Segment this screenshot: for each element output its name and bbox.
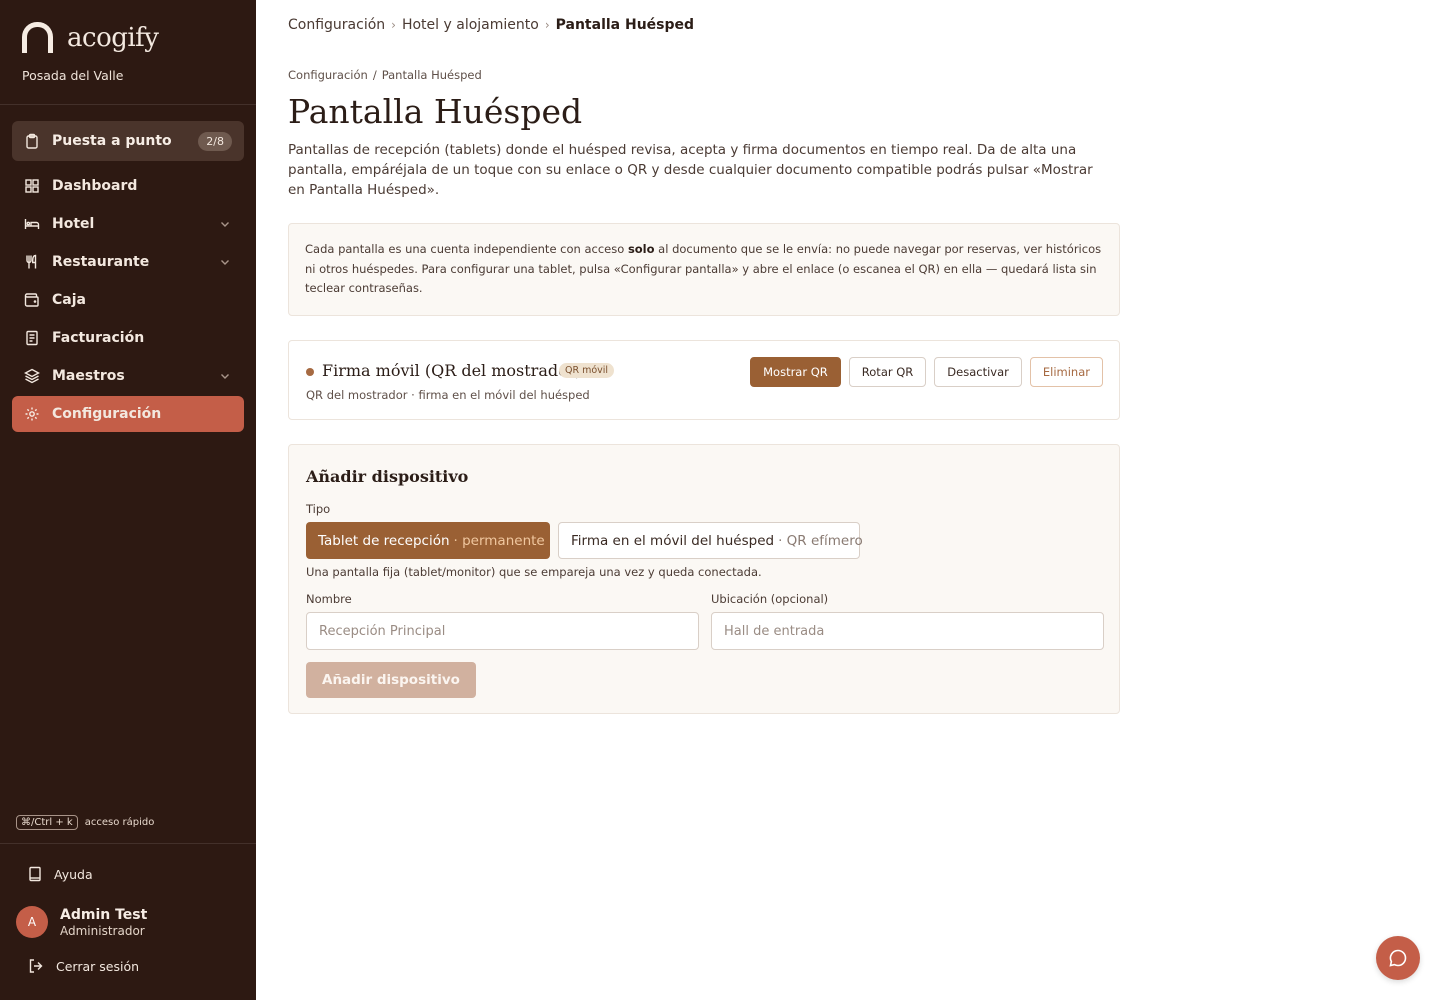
sidebar-item-restaurante[interactable]: Restaurante: [12, 244, 244, 280]
logout-label: Cerrar sesión: [56, 958, 140, 974]
logout-icon: [29, 959, 43, 973]
sub-breadcrumb-item[interactable]: Configuración: [288, 68, 368, 82]
info-emphasis: solo: [627, 242, 655, 256]
sidebar: acogify Posada del Valle Puesta a punto …: [0, 0, 256, 1000]
chat-button[interactable]: [1376, 936, 1420, 980]
chevron-down-icon: [221, 374, 229, 379]
show-qr-button[interactable]: Mostrar QR: [750, 357, 841, 387]
brand-name: acogify: [67, 22, 159, 53]
device-subtitle: QR del mostrador · firma en el móvil del…: [306, 388, 590, 402]
type-label: Tipo: [306, 502, 331, 516]
user-profile[interactable]: A Admin Test Administrador: [16, 906, 147, 938]
chat-bubble-icon: [1389, 949, 1407, 967]
device-card: Firma móvil (QR del mostrador) QR móvil …: [288, 340, 1120, 420]
breadcrumb-separator: ›: [544, 18, 550, 32]
logo-mark-icon: [22, 22, 53, 53]
type-option-label: Tablet de recepción: [318, 532, 450, 549]
layers-icon: [24, 368, 40, 384]
sidebar-item-label: Restaurante: [52, 254, 150, 270]
sub-breadcrumb-separator: /: [372, 68, 377, 82]
info-text: Cada pantalla es una cuenta independient…: [305, 242, 628, 256]
type-option-label: Firma en el móvil del huésped: [571, 532, 775, 549]
keyboard-shortcut: ⌘/Ctrl + k: [16, 815, 78, 830]
sidebar-item-label: Dashboard: [52, 178, 138, 194]
sidebar-item-label: Caja: [52, 292, 86, 308]
bed-icon: [24, 219, 40, 229]
user-name: Admin Test: [60, 906, 148, 923]
device-name: Firma móvil (QR del mostrador): [322, 361, 582, 380]
page-title: Pantalla Huésped: [288, 92, 583, 131]
breadcrumb-separator: ›: [391, 18, 396, 32]
page-intro: Pantallas de recepción (tablets) donde e…: [288, 142, 1093, 198]
breadcrumb-item[interactable]: Configuración: [288, 17, 385, 33]
clipboard-icon: [26, 133, 38, 149]
hotel-name: Posada del Valle: [22, 68, 124, 83]
utensils-icon: [26, 254, 37, 269]
sidebar-item-label: Facturación: [52, 330, 145, 346]
device-type-badge: QR móvil: [559, 363, 615, 378]
type-option-hint: · permanente: [453, 532, 545, 549]
brand-logo[interactable]: acogify: [22, 22, 159, 53]
name-label: Nombre: [306, 592, 352, 606]
sidebar-item-label: Configuración: [52, 406, 162, 422]
divider: [0, 843, 256, 844]
breadcrumb: Configuración › Hotel y alojamiento › Pa…: [288, 17, 694, 33]
location-label: Ubicación (opcional): [711, 592, 829, 606]
gear-icon: [25, 407, 39, 421]
book-icon: [29, 866, 41, 882]
sidebar-item-label: Maestros: [52, 368, 125, 384]
chevron-down-icon: [221, 222, 229, 227]
sidebar-item-dashboard[interactable]: Dashboard: [12, 168, 244, 204]
device-actions: Mostrar QR Rotar QR Desactivar Eliminar: [750, 357, 1103, 387]
setup-count-badge: 2/8: [198, 131, 232, 151]
sidebar-item-label: Hotel: [52, 216, 95, 232]
grid-icon: [25, 179, 39, 193]
wallet-icon: [24, 293, 39, 307]
sub-breadcrumb-current: Pantalla Huésped: [381, 68, 482, 82]
divider: [0, 104, 256, 105]
info-callout: Cada pantalla es una cuenta independient…: [288, 223, 1120, 316]
sub-breadcrumb: Configuración / Pantalla Huésped: [288, 68, 482, 82]
location-input[interactable]: [711, 612, 1104, 650]
add-device-form: Añadir dispositivo Tipo Tablet de recepc…: [288, 444, 1120, 714]
type-option-hint: · QR efímero: [778, 532, 863, 549]
setup-progress-button[interactable]: Puesta a punto 2/8: [12, 121, 244, 161]
chevron-down-icon: [221, 260, 229, 265]
receipt-icon: [26, 330, 38, 346]
sidebar-item-configuracion[interactable]: Configuración: [12, 396, 244, 432]
shortcut-label: acceso rápido: [84, 817, 155, 828]
breadcrumb-item[interactable]: Hotel y alojamiento: [402, 17, 539, 33]
delete-button[interactable]: Eliminar: [1029, 357, 1103, 387]
logout-button[interactable]: Cerrar sesión: [28, 958, 139, 974]
type-option-tablet[interactable]: Tablet de recepción · permanente: [306, 522, 550, 559]
sidebar-item-caja[interactable]: Caja: [12, 282, 244, 318]
type-option-mobile[interactable]: Firma en el móvil del huésped · QR efímer…: [558, 522, 863, 559]
add-device-button[interactable]: Añadir dispositivo: [306, 662, 476, 698]
setup-label: Puesta a punto: [52, 133, 172, 149]
sidebar-item-hotel[interactable]: Hotel: [12, 206, 244, 242]
name-input[interactable]: [306, 612, 699, 650]
sidebar-item-facturacion[interactable]: Facturación: [12, 320, 244, 356]
sidebar-nav: Dashboard Hotel Restaurante Caja Factura…: [12, 168, 244, 434]
quick-access-hint[interactable]: ⌘/Ctrl + k acceso rápido: [16, 815, 154, 830]
user-role: Administrador: [60, 923, 145, 938]
breadcrumb-current: Pantalla Huésped: [555, 17, 695, 33]
help-link[interactable]: Ayuda: [28, 866, 93, 882]
sidebar-item-maestros[interactable]: Maestros: [12, 358, 244, 394]
deactivate-button[interactable]: Desactivar: [934, 357, 1022, 387]
status-dot: [306, 368, 314, 376]
form-title: Añadir dispositivo: [306, 467, 469, 486]
help-label: Ayuda: [54, 866, 93, 882]
type-help-text: Una pantalla fija (tablet/monitor) que s…: [306, 565, 762, 579]
rotate-qr-button[interactable]: Rotar QR: [848, 357, 927, 387]
avatar: A: [16, 906, 48, 938]
